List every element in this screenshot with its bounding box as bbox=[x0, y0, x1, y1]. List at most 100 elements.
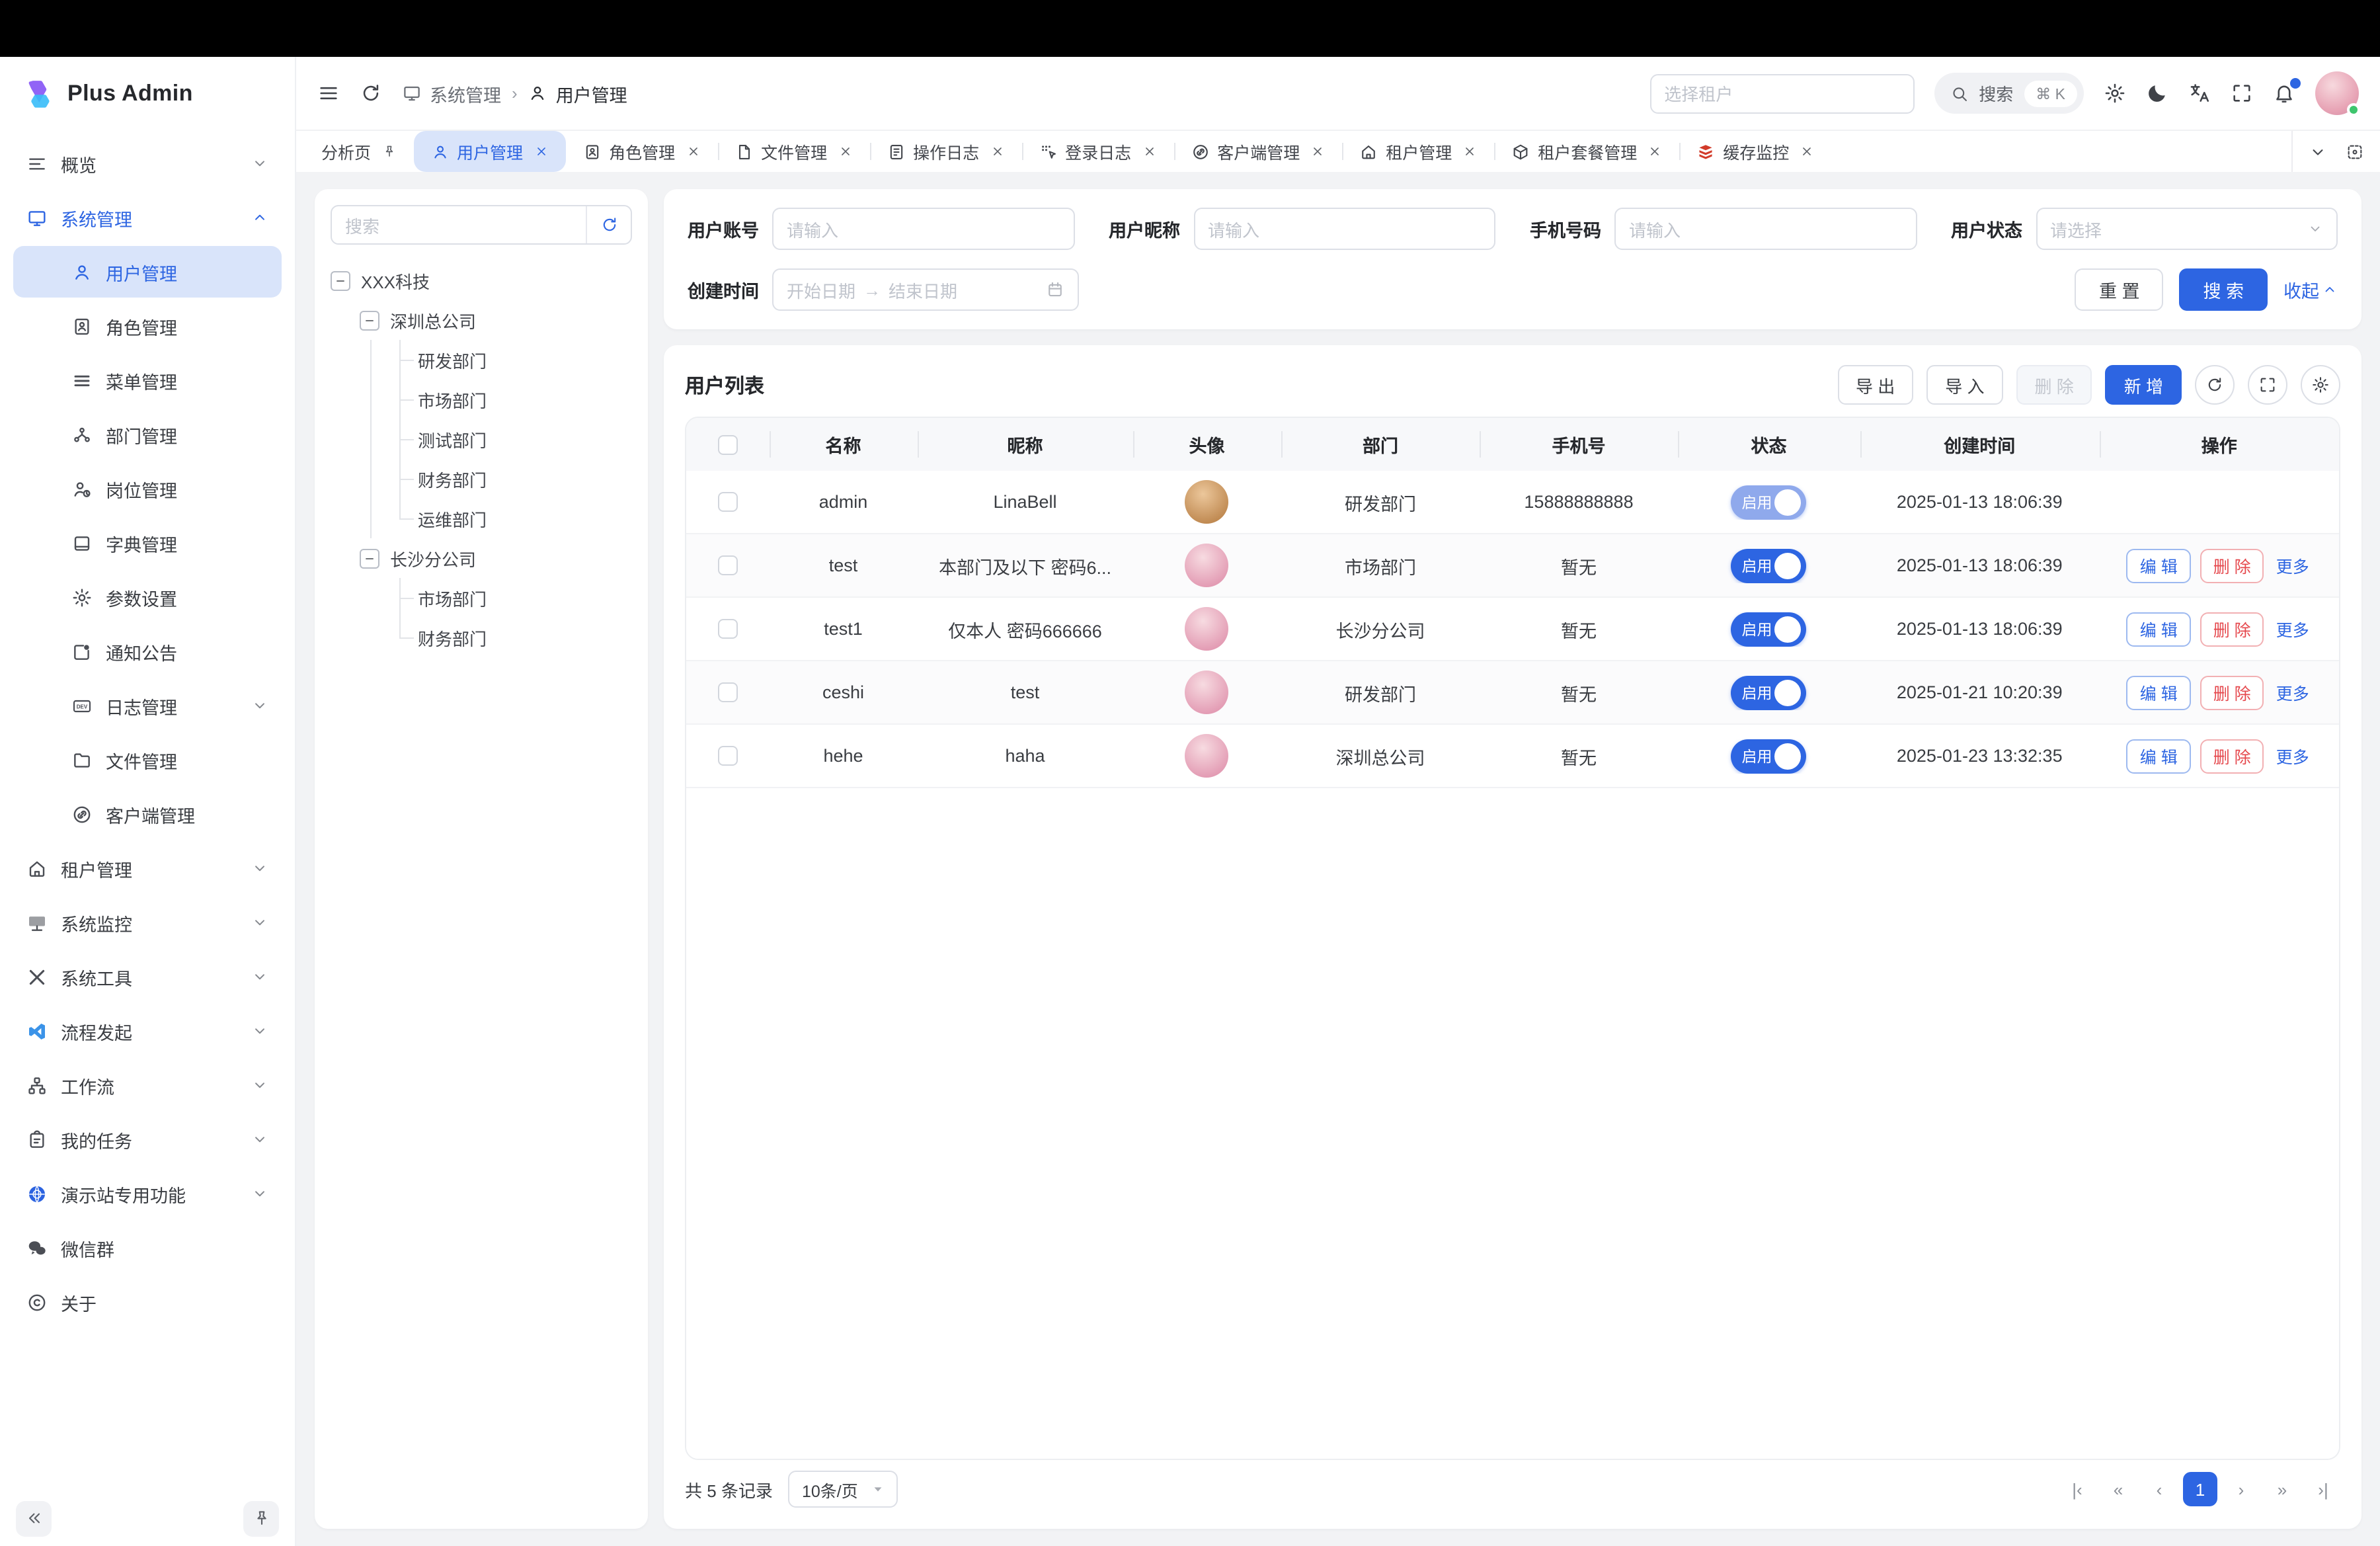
sidebar-menu-item[interactable]: 关于 bbox=[13, 1276, 282, 1328]
close-icon[interactable] bbox=[838, 144, 852, 159]
breadcrumb-item-system[interactable]: 系统管理 bbox=[402, 80, 501, 106]
tree-node[interactable]: 深圳总公司 bbox=[331, 300, 632, 340]
pagination-button[interactable]: 1 bbox=[2183, 1472, 2217, 1506]
user-avatar[interactable] bbox=[2315, 71, 2359, 115]
sidebar-menu-item[interactable]: 部门管理 bbox=[13, 409, 282, 460]
tab[interactable]: 用户管理 bbox=[413, 131, 565, 172]
search-button[interactable]: 搜 索 bbox=[2179, 268, 2268, 311]
close-icon[interactable] bbox=[1310, 144, 1325, 159]
delete-row-button[interactable]: 删 除 bbox=[2200, 739, 2264, 773]
tree-collapse-box[interactable] bbox=[360, 310, 379, 330]
tree-node[interactable]: 研发部门 bbox=[331, 340, 632, 380]
pagination-button[interactable]: |‹ bbox=[2060, 1472, 2094, 1506]
page-refresh-icon[interactable] bbox=[360, 82, 382, 104]
tab[interactable]: 客户端管理 bbox=[1173, 131, 1342, 172]
dark-mode-moon-icon[interactable] bbox=[2146, 82, 2168, 104]
sidebar-menu-item[interactable]: 工作流 bbox=[13, 1059, 282, 1111]
page-size-select[interactable]: 10条/页 bbox=[789, 1471, 898, 1508]
tab[interactable]: 分析页 bbox=[304, 131, 413, 172]
row-checkbox[interactable] bbox=[718, 492, 738, 512]
row-avatar[interactable] bbox=[1185, 734, 1229, 778]
close-icon[interactable] bbox=[1142, 144, 1156, 159]
sidebar-menu-item[interactable]: 角色管理 bbox=[13, 300, 282, 352]
row-avatar[interactable] bbox=[1185, 544, 1229, 587]
status-select[interactable]: 请选择 bbox=[2036, 208, 2338, 250]
status-toggle[interactable]: 启用 bbox=[1731, 739, 1807, 773]
tab[interactable]: 操作日志 bbox=[869, 131, 1021, 172]
global-search-button[interactable]: 搜索 ⌘ K bbox=[1934, 73, 2084, 114]
edit-button[interactable]: 编 辑 bbox=[2127, 675, 2191, 710]
delete-row-button[interactable]: 删 除 bbox=[2200, 675, 2264, 710]
close-icon[interactable] bbox=[686, 144, 700, 159]
status-toggle[interactable]: 启用 bbox=[1731, 485, 1807, 519]
tab[interactable]: 登录日志 bbox=[1021, 131, 1173, 172]
edit-button[interactable]: 编 辑 bbox=[2127, 548, 2191, 583]
row-checkbox[interactable] bbox=[718, 619, 738, 639]
row-checkbox[interactable] bbox=[718, 555, 738, 575]
tab[interactable]: 缓存监控 bbox=[1679, 131, 1831, 172]
sidebar-menu-item[interactable]: 租户管理 bbox=[13, 842, 282, 894]
close-icon[interactable] bbox=[534, 144, 548, 159]
reset-button[interactable]: 重 置 bbox=[2075, 268, 2164, 311]
pagination-button[interactable]: » bbox=[2265, 1472, 2299, 1506]
date-range-picker[interactable]: 开始日期 → 结束日期 bbox=[772, 268, 1079, 311]
settings-gear-icon[interactable] bbox=[2104, 82, 2126, 104]
sidebar-menu-item[interactable]: 通知公告 bbox=[13, 626, 282, 677]
tree-node[interactable]: XXX科技 bbox=[331, 261, 632, 300]
sidebar-menu-item[interactable]: 演示站专用功能 bbox=[13, 1168, 282, 1219]
tree-refresh-button[interactable] bbox=[586, 206, 631, 243]
tree-collapse-box[interactable] bbox=[360, 548, 379, 568]
fullscreen-icon[interactable] bbox=[2231, 82, 2253, 104]
more-button[interactable]: 更多 bbox=[2274, 548, 2312, 583]
close-icon[interactable] bbox=[1462, 144, 1477, 159]
tabs-dropdown-chevron-icon[interactable] bbox=[2309, 142, 2327, 161]
row-avatar[interactable] bbox=[1185, 607, 1229, 651]
tab[interactable]: 角色管理 bbox=[565, 131, 717, 172]
language-translate-icon[interactable] bbox=[2188, 82, 2211, 104]
row-avatar[interactable] bbox=[1185, 671, 1229, 714]
row-checkbox[interactable] bbox=[718, 682, 738, 702]
delete-button[interactable]: 删 除 bbox=[2016, 365, 2092, 405]
breadcrumb-item-users[interactable]: 用户管理 bbox=[528, 80, 627, 106]
table-fullscreen-button[interactable] bbox=[2248, 365, 2287, 405]
brand-logo[interactable]: Plus Admin bbox=[0, 57, 295, 130]
more-button[interactable]: 更多 bbox=[2274, 612, 2312, 646]
tab[interactable]: 租户管理 bbox=[1342, 131, 1494, 172]
notification-bell-icon[interactable] bbox=[2273, 82, 2295, 104]
pin-icon[interactable] bbox=[381, 144, 396, 159]
edit-button[interactable]: 编 辑 bbox=[2127, 612, 2191, 646]
tree-node[interactable]: 长沙分公司 bbox=[331, 538, 632, 578]
edit-button[interactable]: 编 辑 bbox=[2127, 739, 2191, 773]
select-all-checkbox[interactable] bbox=[718, 434, 738, 454]
sidebar-menu-item[interactable]: 岗位管理 bbox=[13, 463, 282, 514]
pagination-button[interactable]: « bbox=[2101, 1472, 2135, 1506]
pagination-button[interactable]: › bbox=[2224, 1472, 2258, 1506]
sidebar-menu-item[interactable]: DEV 日志管理 bbox=[13, 680, 282, 731]
tenant-select-input[interactable]: 选择租户 bbox=[1649, 73, 1914, 113]
tree-node[interactable]: 财务部门 bbox=[331, 459, 632, 499]
pagination-button[interactable]: ›| bbox=[2306, 1472, 2340, 1506]
tab[interactable]: 租户套餐管理 bbox=[1494, 131, 1679, 172]
sidebar-menu-item[interactable]: 菜单管理 bbox=[13, 354, 282, 406]
phone-input[interactable]: 请输入 bbox=[1614, 208, 1917, 250]
sidebar-menu-item[interactable]: 微信群 bbox=[13, 1222, 282, 1274]
status-toggle[interactable]: 启用 bbox=[1731, 612, 1807, 646]
tab[interactable]: 文件管理 bbox=[717, 131, 869, 172]
sidebar-menu-item[interactable]: 文件管理 bbox=[13, 734, 282, 786]
sidebar-menu-item[interactable]: 参数设置 bbox=[13, 571, 282, 623]
content-screenshot-icon[interactable] bbox=[2346, 142, 2364, 161]
account-input[interactable]: 请输入 bbox=[772, 208, 1074, 250]
table-settings-button[interactable] bbox=[2301, 365, 2340, 405]
sidebar-menu-item[interactable]: 系统监控 bbox=[13, 897, 282, 948]
nickname-input[interactable]: 请输入 bbox=[1193, 208, 1495, 250]
sidebar-menu-item[interactable]: 客户端管理 bbox=[13, 788, 282, 840]
tree-search-input[interactable]: 搜索 bbox=[332, 206, 586, 243]
sidebar-menu-item[interactable]: 我的任务 bbox=[13, 1114, 282, 1165]
collapse-filters-link[interactable]: 收起 bbox=[2283, 276, 2338, 303]
tree-node[interactable]: 测试部门 bbox=[331, 419, 632, 459]
table-refresh-button[interactable] bbox=[2195, 365, 2235, 405]
sidebar-collapse-button[interactable] bbox=[16, 1500, 52, 1536]
sidebar-menu-item[interactable]: 概览 bbox=[13, 138, 282, 189]
more-button[interactable]: 更多 bbox=[2274, 739, 2312, 773]
sidebar-menu-item[interactable]: 字典管理 bbox=[13, 517, 282, 569]
